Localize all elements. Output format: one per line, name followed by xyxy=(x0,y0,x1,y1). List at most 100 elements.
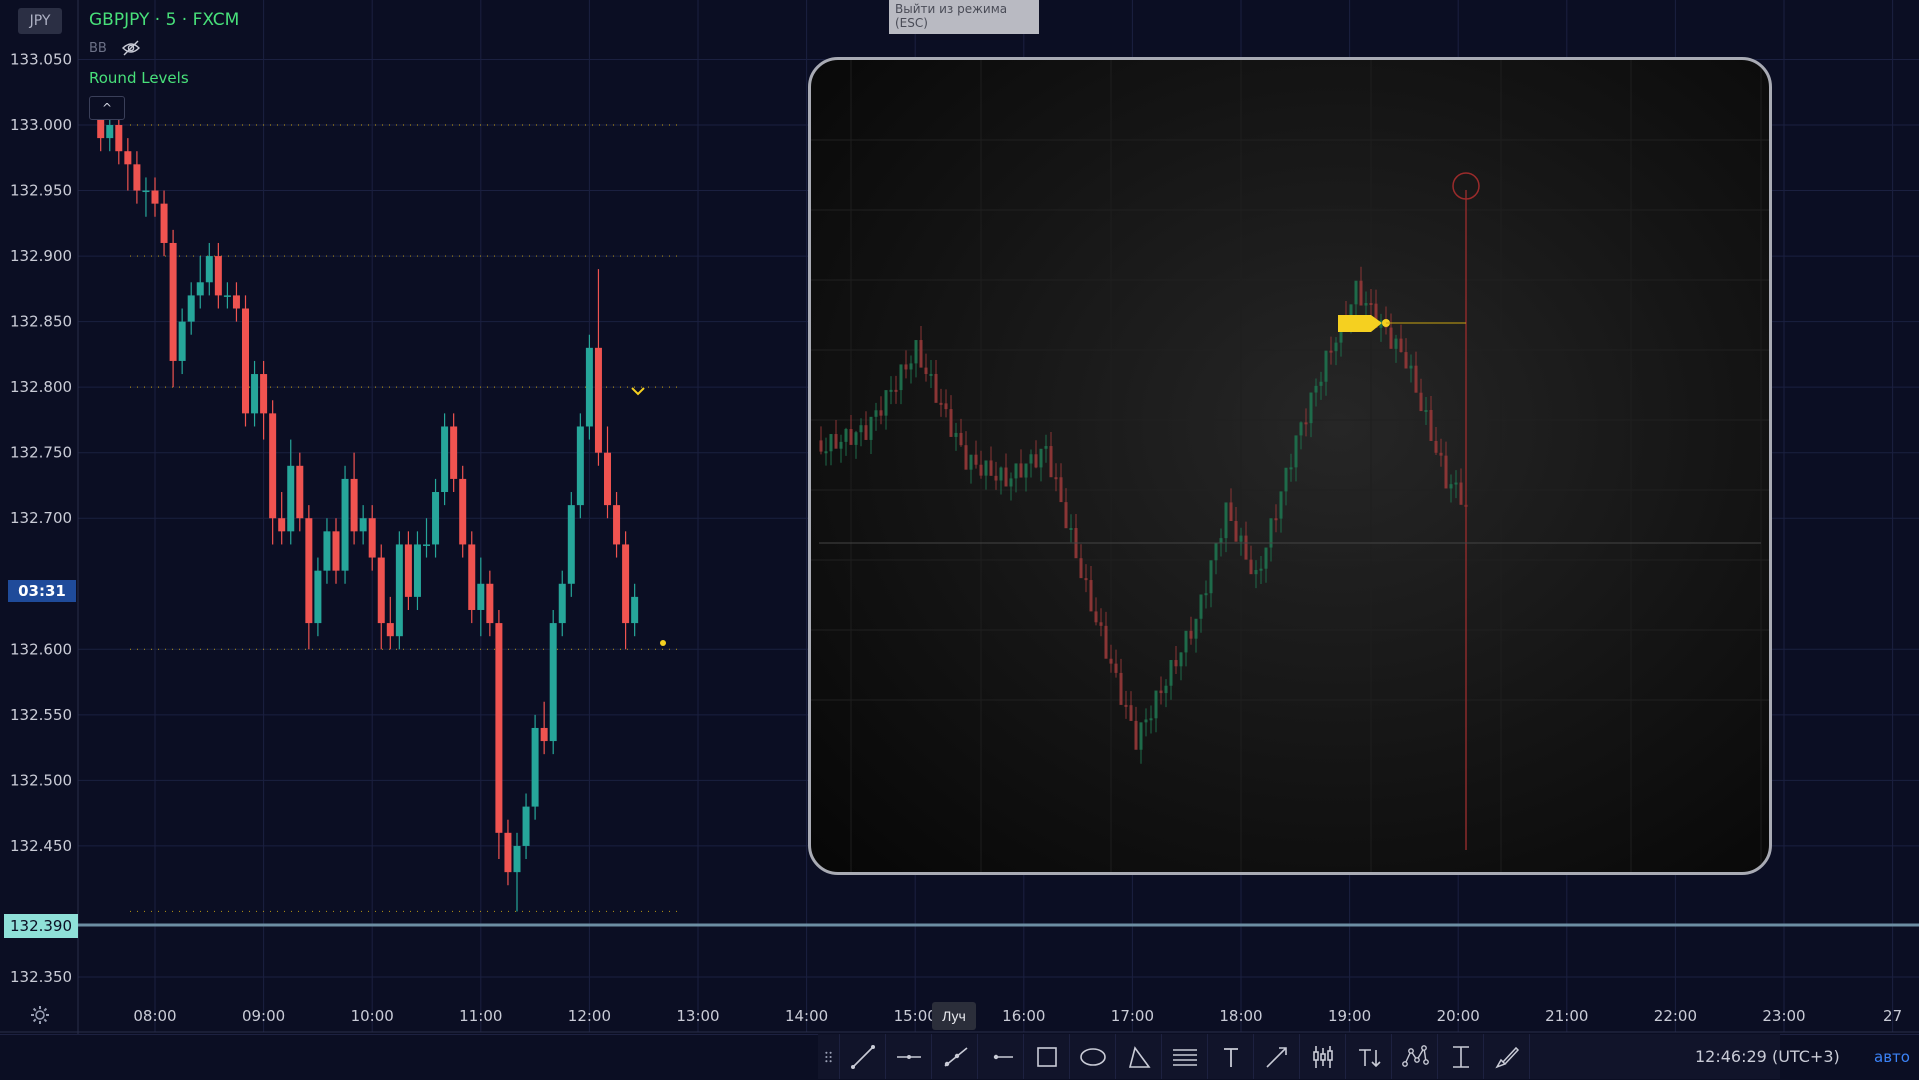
tool-arrow-line[interactable] xyxy=(1254,1034,1300,1079)
tool-text-anchor[interactable] xyxy=(1346,1034,1392,1079)
tool-long-position[interactable] xyxy=(1300,1034,1346,1079)
price-tick-label: 133.050 xyxy=(10,50,72,68)
tool-rectangle[interactable] xyxy=(1024,1034,1070,1079)
indicator-bb-label[interactable]: BB xyxy=(89,41,107,56)
tool-trend-line[interactable] xyxy=(840,1034,886,1079)
currency-badge[interactable]: JPY xyxy=(18,8,62,34)
candle xyxy=(631,583,639,637)
tool-brush[interactable] xyxy=(1484,1034,1530,1079)
overlay-candle xyxy=(1184,630,1188,667)
candle xyxy=(486,570,494,637)
long-position-icon xyxy=(1312,1045,1333,1068)
tool-horizontal-ray[interactable] xyxy=(978,1034,1024,1079)
overlay-candle xyxy=(1449,474,1453,503)
time-tick-label: 13:00 xyxy=(676,1007,719,1025)
overlay-candle xyxy=(829,434,833,466)
parallel-channel-icon xyxy=(1172,1048,1197,1066)
candle xyxy=(558,570,566,637)
symbol-title[interactable]: GBPJPY · 5 · FXCM xyxy=(89,10,239,30)
overlay-candle xyxy=(1189,616,1193,645)
overlay-candle xyxy=(899,364,903,405)
overlay-candle xyxy=(889,376,893,405)
overlay-candle xyxy=(984,460,988,490)
overlay-candle xyxy=(1319,371,1323,400)
overlay-candle xyxy=(1294,435,1298,482)
overlay-candle xyxy=(964,431,968,470)
tool-text[interactable] xyxy=(1208,1034,1254,1079)
tool-pattern[interactable] xyxy=(1392,1034,1438,1079)
overlay-candle xyxy=(1054,463,1058,492)
tool-price-range[interactable] xyxy=(1438,1034,1484,1079)
overlay-candle xyxy=(1204,580,1208,609)
overlay-candle xyxy=(1059,463,1063,503)
price-tick-label: 132.500 xyxy=(10,771,72,789)
overlay-candle xyxy=(1019,449,1023,478)
overlay-candle xyxy=(1124,690,1128,719)
overlay-candle xyxy=(1224,502,1228,553)
overlay-candle xyxy=(1219,528,1223,557)
candle xyxy=(296,452,304,532)
overlay-candle xyxy=(1304,408,1308,437)
overlay-candle xyxy=(1104,611,1108,659)
overlay-candle xyxy=(939,388,943,417)
overlay-candle xyxy=(819,426,823,455)
overlay-candle xyxy=(914,340,918,378)
overlay-candle xyxy=(1274,504,1278,533)
text-icon xyxy=(1223,1047,1238,1067)
overlay-candle xyxy=(1154,690,1158,733)
overlay-candle xyxy=(1244,521,1248,560)
indicator-round-levels-label[interactable]: Round Levels xyxy=(89,69,189,87)
price-tick-label: 132.450 xyxy=(10,837,72,855)
tool-parallel-channel[interactable] xyxy=(1162,1034,1208,1079)
eye-hidden-icon[interactable] xyxy=(121,39,141,57)
overlay-candle xyxy=(1414,351,1418,393)
tool-horizontal-line[interactable] xyxy=(886,1034,932,1079)
overlay-candle xyxy=(1064,488,1068,529)
time-tick-label: 27 xyxy=(1883,1007,1902,1025)
overlay-candle xyxy=(859,418,863,447)
price-tick-label: 132.750 xyxy=(10,444,72,462)
candle xyxy=(359,505,367,545)
candle xyxy=(124,138,132,191)
collapse-indicators-button[interactable]: ^ xyxy=(89,96,125,120)
candle xyxy=(305,505,313,650)
auto-scale-toggle[interactable]: авто xyxy=(1874,1048,1910,1066)
overlay-candle xyxy=(1329,336,1333,365)
gear-icon[interactable] xyxy=(29,1004,51,1026)
status-clock[interactable]: 12:46:29 (UTC+3) xyxy=(1695,1047,1840,1066)
price-axis[interactable]: 133.050 133.000 132.950 132.900 132.850 132.8… xyxy=(10,50,72,986)
time-axis[interactable]: 08:00 09:00 10:00 11:00 12:00 13:00 14:00 15:00… xyxy=(133,1007,1902,1025)
tool-ray[interactable] xyxy=(932,1034,978,1079)
toolbar-grip[interactable] xyxy=(818,1034,840,1079)
candle xyxy=(576,413,584,519)
time-tick-label: 20:00 xyxy=(1437,1007,1480,1025)
tool-ellipse[interactable] xyxy=(1070,1034,1116,1079)
candle xyxy=(413,531,421,610)
horizontal-line-icon xyxy=(896,1054,921,1059)
candle xyxy=(269,400,277,545)
embedded-video-overlay[interactable] xyxy=(808,57,1772,875)
marker-chevron-icon xyxy=(631,387,645,396)
price-tick-label: 132.350 xyxy=(10,968,72,986)
candle xyxy=(251,360,259,427)
candle xyxy=(368,505,376,571)
overlay-candle xyxy=(1434,426,1438,455)
time-tick-label: 14:00 xyxy=(785,1007,828,1025)
overlay-candle xyxy=(844,427,848,456)
overlay-candle xyxy=(1079,544,1083,579)
bar-countdown-badge: 03:31 xyxy=(8,580,76,602)
price-tick-label: 132.800 xyxy=(10,378,72,396)
overlay-candle xyxy=(1169,660,1173,700)
tool-triangle[interactable] xyxy=(1116,1034,1162,1079)
overlay-candle xyxy=(1209,560,1213,608)
overlay-candle xyxy=(1239,527,1243,556)
candle xyxy=(549,609,557,755)
candle xyxy=(232,282,240,322)
overlay-candle xyxy=(929,360,933,389)
overlay-candle xyxy=(1444,441,1448,489)
overlay-candle xyxy=(1284,467,1288,506)
overlay-candle xyxy=(1229,488,1233,522)
overlay-candle xyxy=(1424,397,1428,426)
candle xyxy=(504,819,512,886)
time-tick-label: 10:00 xyxy=(351,1007,394,1025)
